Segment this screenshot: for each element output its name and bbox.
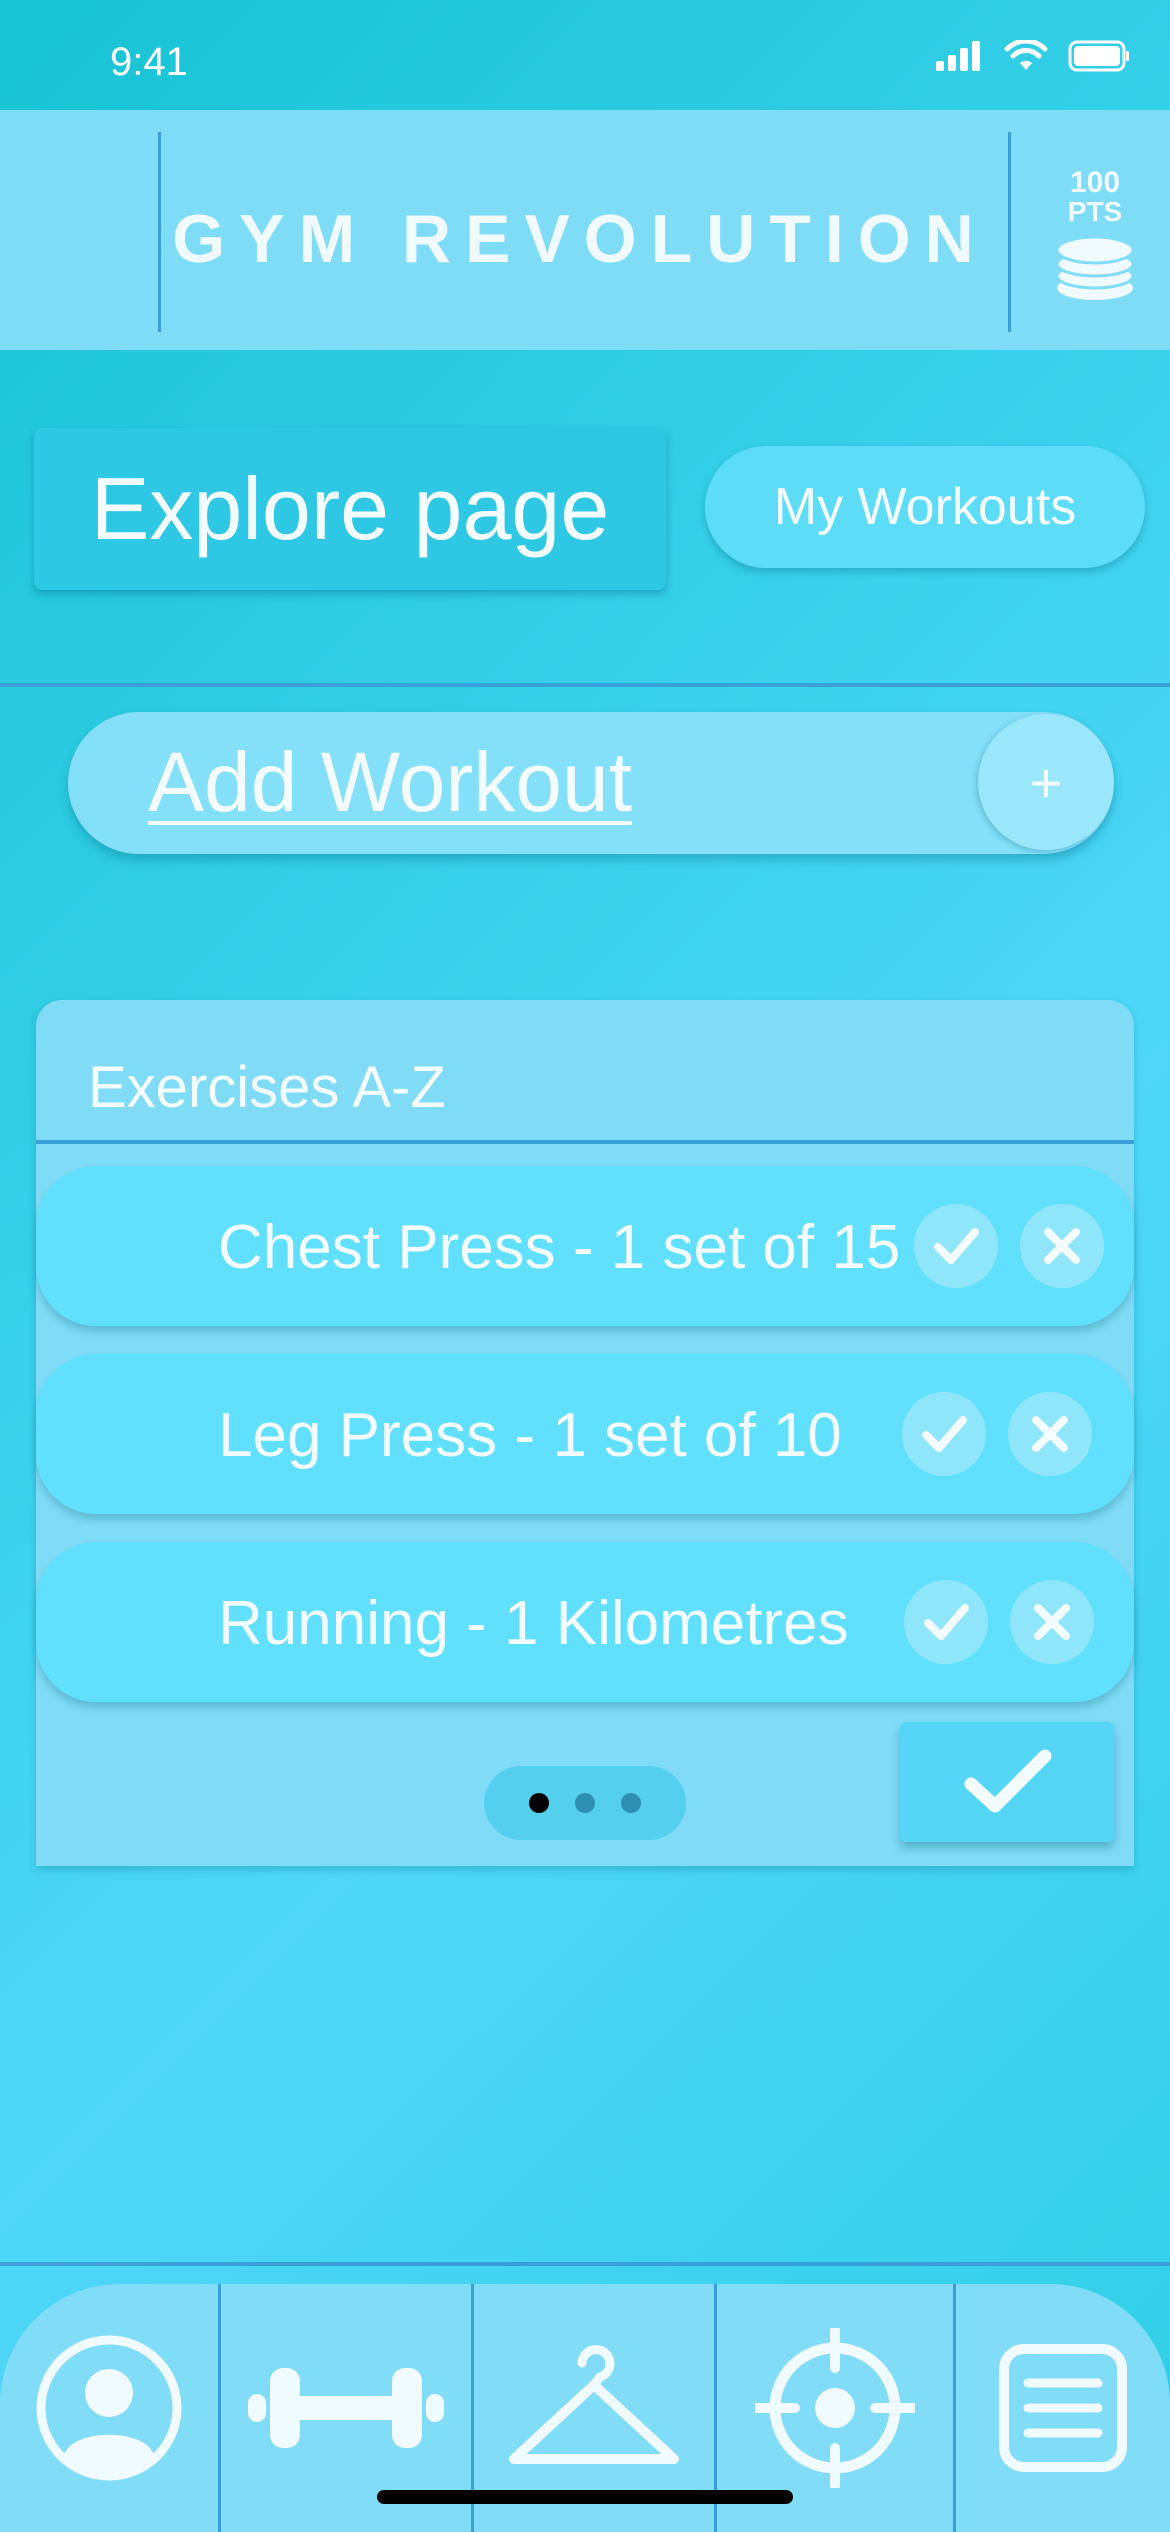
- dumbbell-icon: [248, 2368, 444, 2448]
- add-workout-plus-button[interactable]: +: [978, 714, 1114, 850]
- remove-exercise-button[interactable]: [1020, 1204, 1104, 1288]
- exercise-row[interactable]: Running - 1 Kilometres: [36, 1542, 1134, 1702]
- close-icon: [1044, 1228, 1080, 1264]
- app-title: GYM REVOLUTION: [172, 201, 988, 277]
- target-icon: [755, 2328, 915, 2488]
- exercise-label: Chest Press - 1 set of 15: [218, 1213, 901, 1282]
- home-indicator[interactable]: [377, 2490, 793, 2504]
- tab-menu[interactable]: [956, 2284, 1170, 2532]
- exercises-title-divider: [36, 1140, 1134, 1144]
- points-badge[interactable]: 100 PTS: [1040, 168, 1150, 307]
- exercises-title: Exercises A-Z: [88, 1055, 446, 1120]
- check-icon: [922, 1416, 967, 1452]
- remove-exercise-button[interactable]: [1008, 1392, 1092, 1476]
- exercises-panel: Exercises A-Z Chest Press - 1 set of 15 …: [36, 1000, 1134, 1866]
- battery-icon: [1068, 40, 1129, 72]
- check-icon: [934, 1228, 979, 1264]
- coin-stack-icon: [1055, 235, 1135, 300]
- tab-profile[interactable]: [0, 2284, 218, 2532]
- close-icon: [1034, 1604, 1070, 1640]
- points-unit: PTS: [1067, 196, 1123, 227]
- my-workouts-button[interactable]: My Workouts: [705, 446, 1145, 568]
- add-workout-link[interactable]: Add Workout: [148, 734, 632, 831]
- close-icon: [1032, 1416, 1068, 1452]
- wifi-icon: [1004, 40, 1048, 70]
- cellular-signal-icon: [936, 41, 980, 71]
- exercise-label: Leg Press - 1 set of 10: [218, 1401, 842, 1470]
- page-indicator[interactable]: [484, 1766, 686, 1840]
- points-value: 100: [1069, 166, 1121, 199]
- tabbar-divider: [0, 2262, 1170, 2266]
- exercise-label: Running - 1 Kilometres: [218, 1589, 849, 1658]
- explore-page-button[interactable]: Explore page: [34, 428, 666, 590]
- page-dot[interactable]: [621, 1793, 641, 1813]
- hanger-icon: [509, 2345, 679, 2464]
- section-divider: [0, 683, 1170, 687]
- status-bar: 9:41: [0, 0, 1170, 110]
- check-icon: [964, 1749, 1052, 1813]
- page-dot[interactable]: [575, 1793, 595, 1813]
- exercise-row[interactable]: Chest Press - 1 set of 15: [36, 1166, 1134, 1326]
- menu-list-icon: [999, 2344, 1127, 2472]
- page-dot-active[interactable]: [529, 1793, 549, 1813]
- confirm-workout-button[interactable]: [900, 1722, 1114, 1842]
- add-workout-bar[interactable]: Add Workout +: [68, 712, 1114, 854]
- accept-exercise-button[interactable]: [904, 1580, 988, 1664]
- exercise-row[interactable]: Leg Press - 1 set of 10: [36, 1354, 1134, 1514]
- check-icon: [924, 1604, 969, 1640]
- remove-exercise-button[interactable]: [1010, 1580, 1094, 1664]
- accept-exercise-button[interactable]: [902, 1392, 986, 1476]
- status-icons: [936, 40, 1130, 72]
- app-header: GYM REVOLUTION 100 PTS: [0, 110, 1170, 350]
- profile-icon: [36, 2335, 182, 2481]
- accept-exercise-button[interactable]: [914, 1204, 998, 1288]
- status-time: 9:41: [110, 40, 188, 84]
- header-divider-right: [1008, 132, 1011, 332]
